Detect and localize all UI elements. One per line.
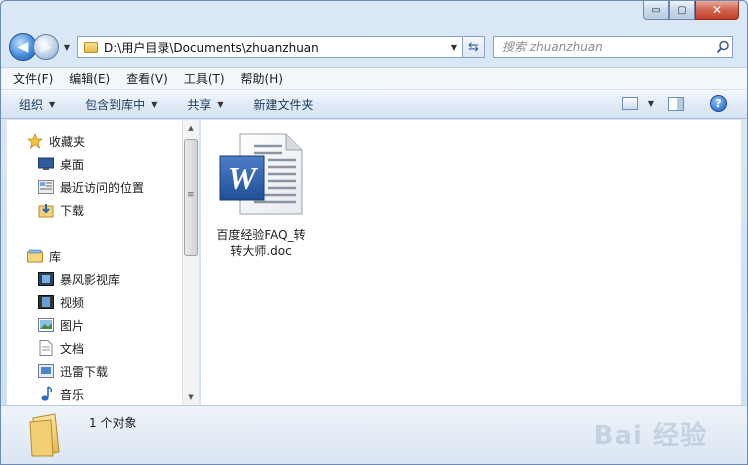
film-icon bbox=[38, 294, 54, 310]
chevron-down-icon: ▼ bbox=[217, 99, 224, 109]
search-input[interactable] bbox=[502, 40, 714, 54]
explorer-window: ▭ ▢ ✕ ◀ ▶ ▼ D:\用户目录\Documents\zhuanzhuan… bbox=[0, 0, 748, 465]
arrow-left-icon: ◀ bbox=[17, 39, 29, 55]
nav-label: 迅雷下载 bbox=[60, 364, 109, 379]
folder-icon bbox=[84, 41, 98, 53]
desktop-icon bbox=[38, 156, 54, 172]
nav-baofeng[interactable]: 暴风影视库 bbox=[38, 269, 120, 289]
nav-favorites[interactable]: 收藏夹 bbox=[27, 131, 85, 151]
nav-label: 收藏夹 bbox=[49, 134, 86, 149]
maximize-button[interactable]: ▢ bbox=[669, 1, 695, 20]
search-box[interactable] bbox=[493, 36, 733, 58]
music-note-icon bbox=[38, 386, 54, 402]
menu-view[interactable]: 查看(V) bbox=[126, 70, 168, 87]
scroll-thumb[interactable] bbox=[184, 139, 198, 256]
recent-places-icon bbox=[38, 179, 54, 195]
nav-label: 图片 bbox=[60, 318, 85, 333]
nav-label: 下载 bbox=[60, 203, 85, 218]
nav-libraries[interactable]: 库 bbox=[27, 246, 61, 266]
organize-label: 组织 bbox=[19, 97, 44, 112]
nav-downloads[interactable]: 下载 bbox=[38, 200, 84, 220]
preview-pane-icon[interactable] bbox=[668, 96, 684, 111]
view-options-dropdown[interactable]: ▼ bbox=[648, 99, 654, 108]
organize-button[interactable]: 组织 ▼ bbox=[19, 96, 55, 113]
chevron-down-icon: ▼ bbox=[151, 99, 158, 109]
star-icon bbox=[27, 133, 43, 149]
address-path[interactable]: D:\用户目录\Documents\zhuanzhuan bbox=[104, 39, 446, 56]
folder-icon bbox=[29, 412, 65, 461]
document-icon bbox=[38, 340, 54, 356]
arrow-right-icon: ▶ bbox=[40, 39, 52, 55]
address-bar[interactable]: D:\用户目录\Documents\zhuanzhuan ▼ bbox=[77, 36, 463, 58]
nav-videos[interactable]: 视频 bbox=[38, 292, 84, 312]
video-library-icon bbox=[38, 271, 54, 287]
nav-documents[interactable]: 文档 bbox=[38, 338, 84, 358]
forward-button[interactable]: ▶ bbox=[33, 34, 59, 60]
status-bar: 1 个对象 Bai 经验 bbox=[1, 405, 747, 464]
menu-help[interactable]: 帮助(H) bbox=[241, 70, 283, 87]
nav-recent[interactable]: 最近访问的位置 bbox=[38, 177, 144, 197]
download-folder-icon bbox=[38, 202, 54, 218]
menu-bar: 文件(F) 编辑(E) 查看(V) 工具(T) 帮助(H) bbox=[1, 67, 747, 89]
navigation-pane: 收藏夹 桌面 最近访问的位置 下载 库 暴风影视库 视频 图片 文档 迅雷下载 … bbox=[7, 120, 200, 405]
include-library-label: 包含到库中 bbox=[85, 97, 146, 112]
item-count: 1 个对象 bbox=[89, 416, 137, 430]
share-label: 共享 bbox=[187, 97, 212, 112]
watermark-logo: Bai 经验 bbox=[593, 421, 707, 451]
picture-icon bbox=[38, 317, 54, 333]
search-icon[interactable] bbox=[714, 40, 732, 54]
address-dropdown[interactable]: ▼ bbox=[446, 37, 462, 57]
file-name: 百度经验FAQ_转转大师.doc bbox=[216, 228, 306, 258]
menu-file[interactable]: 文件(F) bbox=[13, 70, 53, 87]
scroll-down-arrow[interactable]: ▼ bbox=[183, 389, 199, 405]
nav-pictures[interactable]: 图片 bbox=[38, 315, 84, 335]
svg-text:W: W bbox=[228, 160, 259, 196]
download-icon bbox=[38, 363, 54, 379]
word-doc-icon: W bbox=[218, 132, 304, 219]
new-folder-label: 新建文件夹 bbox=[253, 97, 314, 112]
nav-music[interactable]: 音乐 bbox=[38, 384, 84, 404]
chevron-down-icon: ▼ bbox=[49, 99, 56, 109]
nav-label: 视频 bbox=[60, 295, 85, 310]
address-row: ◀ ▶ ▼ D:\用户目录\Documents\zhuanzhuan ▼ ⇆ bbox=[9, 31, 739, 63]
nav-label: 音乐 bbox=[60, 387, 85, 402]
refresh-icon: ⇆ bbox=[468, 39, 479, 55]
new-folder-button[interactable]: 新建文件夹 bbox=[254, 96, 314, 113]
include-library-button[interactable]: 包含到库中 ▼ bbox=[85, 96, 157, 113]
nav-label: 桌面 bbox=[60, 157, 85, 172]
nav-label: 最近访问的位置 bbox=[60, 180, 145, 195]
menu-edit[interactable]: 编辑(E) bbox=[69, 70, 110, 87]
nav-xunlei[interactable]: 迅雷下载 bbox=[38, 361, 108, 381]
refresh-button[interactable]: ⇆ bbox=[463, 36, 485, 58]
file-item[interactable]: W 百度经验FAQ_转转大师.doc bbox=[215, 132, 307, 259]
nav-desktop[interactable]: 桌面 bbox=[38, 154, 84, 174]
view-controls: ▼ ? bbox=[621, 95, 727, 112]
close-button[interactable]: ✕ bbox=[695, 1, 739, 20]
command-bar: 组织 ▼ 包含到库中 ▼ 共享 ▼ 新建文件夹 ▼ ? bbox=[1, 89, 747, 119]
nav-scrollbar[interactable]: ▲ ▼ bbox=[182, 120, 199, 405]
file-list-pane[interactable]: W 百度经验FAQ_转转大师.doc bbox=[201, 120, 741, 405]
caption-buttons: ▭ ▢ ✕ bbox=[643, 1, 739, 21]
help-icon[interactable]: ? bbox=[710, 95, 727, 112]
scroll-up-arrow[interactable]: ▲ bbox=[183, 120, 199, 136]
menu-tools[interactable]: 工具(T) bbox=[184, 70, 225, 87]
minimize-button[interactable]: ▭ bbox=[643, 1, 669, 20]
share-button[interactable]: 共享 ▼ bbox=[187, 96, 223, 113]
nav-label: 文档 bbox=[60, 341, 85, 356]
library-icon bbox=[27, 248, 43, 264]
recent-pages-dropdown[interactable]: ▼ bbox=[61, 43, 73, 52]
nav-label: 库 bbox=[49, 249, 62, 264]
nav-label: 暴风影视库 bbox=[60, 272, 121, 287]
change-view-icon[interactable] bbox=[621, 97, 638, 110]
